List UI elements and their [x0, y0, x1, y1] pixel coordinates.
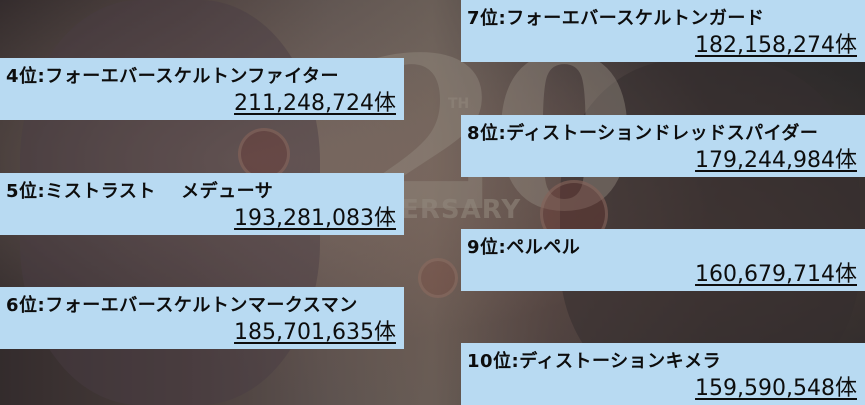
rank-count: 159,590,548体: [695, 376, 857, 401]
rank-item-7: 7位:フォーエバースケルトンガード 182,158,274体: [461, 0, 865, 62]
rank-label: 10位:ディストーションキメラ: [467, 351, 722, 372]
rank-item-6: 6位:フォーエバースケルトンマークスマン 185,701,635体: [0, 287, 404, 349]
rank-item-8: 8位:ディストーションドレッドスパイダー 179,244,984体: [461, 115, 865, 177]
rank-item-10: 10位:ディストーションキメラ 159,590,548体: [461, 343, 865, 405]
rank-item-5: 5位:ミストラスト メデューサ 193,281,083体: [0, 173, 404, 235]
rank-count: 160,679,714体: [695, 262, 857, 287]
rank-count: 179,244,984体: [695, 148, 857, 173]
rank-count: 211,248,724体: [234, 91, 396, 116]
rank-count: 185,701,635体: [234, 320, 396, 345]
rank-item-4: 4位:フォーエバースケルトンファイター 211,248,724体: [0, 58, 404, 120]
rank-label: 9位:ペルペル: [467, 237, 581, 258]
rank-item-9: 9位:ペルペル 160,679,714体: [461, 229, 865, 291]
rank-count: 193,281,083体: [234, 206, 396, 231]
rank-count: 182,158,274体: [695, 33, 857, 58]
